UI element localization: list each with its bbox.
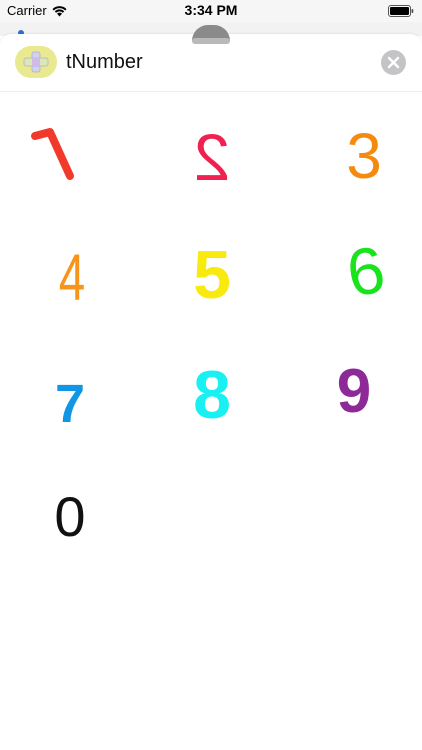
sticker-3-label: 3: [346, 120, 382, 192]
sticker-0-label: 0: [54, 485, 85, 548]
sticker-number-1[interactable]: 1: [0, 110, 120, 200]
close-button[interactable]: [381, 50, 406, 75]
sticker-8-label: 8: [193, 357, 231, 433]
sticker-6-label: 6: [341, 231, 390, 310]
sticker-number-8[interactable]: 8: [152, 350, 272, 440]
sticker-4-label: 4: [59, 241, 85, 314]
battery-icon: [388, 4, 414, 17]
app-title: tNumber: [66, 51, 143, 73]
sticker-number-5[interactable]: 5: [152, 230, 272, 320]
sticker-7-label: 7: [55, 374, 85, 434]
sticker-5-label: 5: [193, 237, 231, 313]
plus-app-icon[interactable]: [15, 46, 57, 78]
sticker-number-7[interactable]: 7: [10, 360, 130, 450]
sticker-number-4[interactable]: 4: [12, 232, 132, 322]
sticker-1-label: 1: [0, 110, 1, 111]
sticker-number-9[interactable]: 9: [294, 346, 414, 436]
sheet-header: tNumber: [0, 44, 422, 92]
clock-time: 3:34 PM: [184, 2, 238, 18]
sticker-9-label: 9: [337, 357, 371, 426]
sticker-number-0[interactable]: 0: [10, 472, 130, 562]
close-icon: [381, 56, 406, 79]
status-bar: Carrier 3:34 PM: [0, 0, 422, 22]
sticker-number-2[interactable]: 2: [152, 112, 272, 202]
sticker-2-label: 2: [194, 120, 231, 194]
sticker-number-3[interactable]: 3: [306, 112, 422, 202]
sticker-number-6[interactable]: 6: [306, 228, 422, 318]
